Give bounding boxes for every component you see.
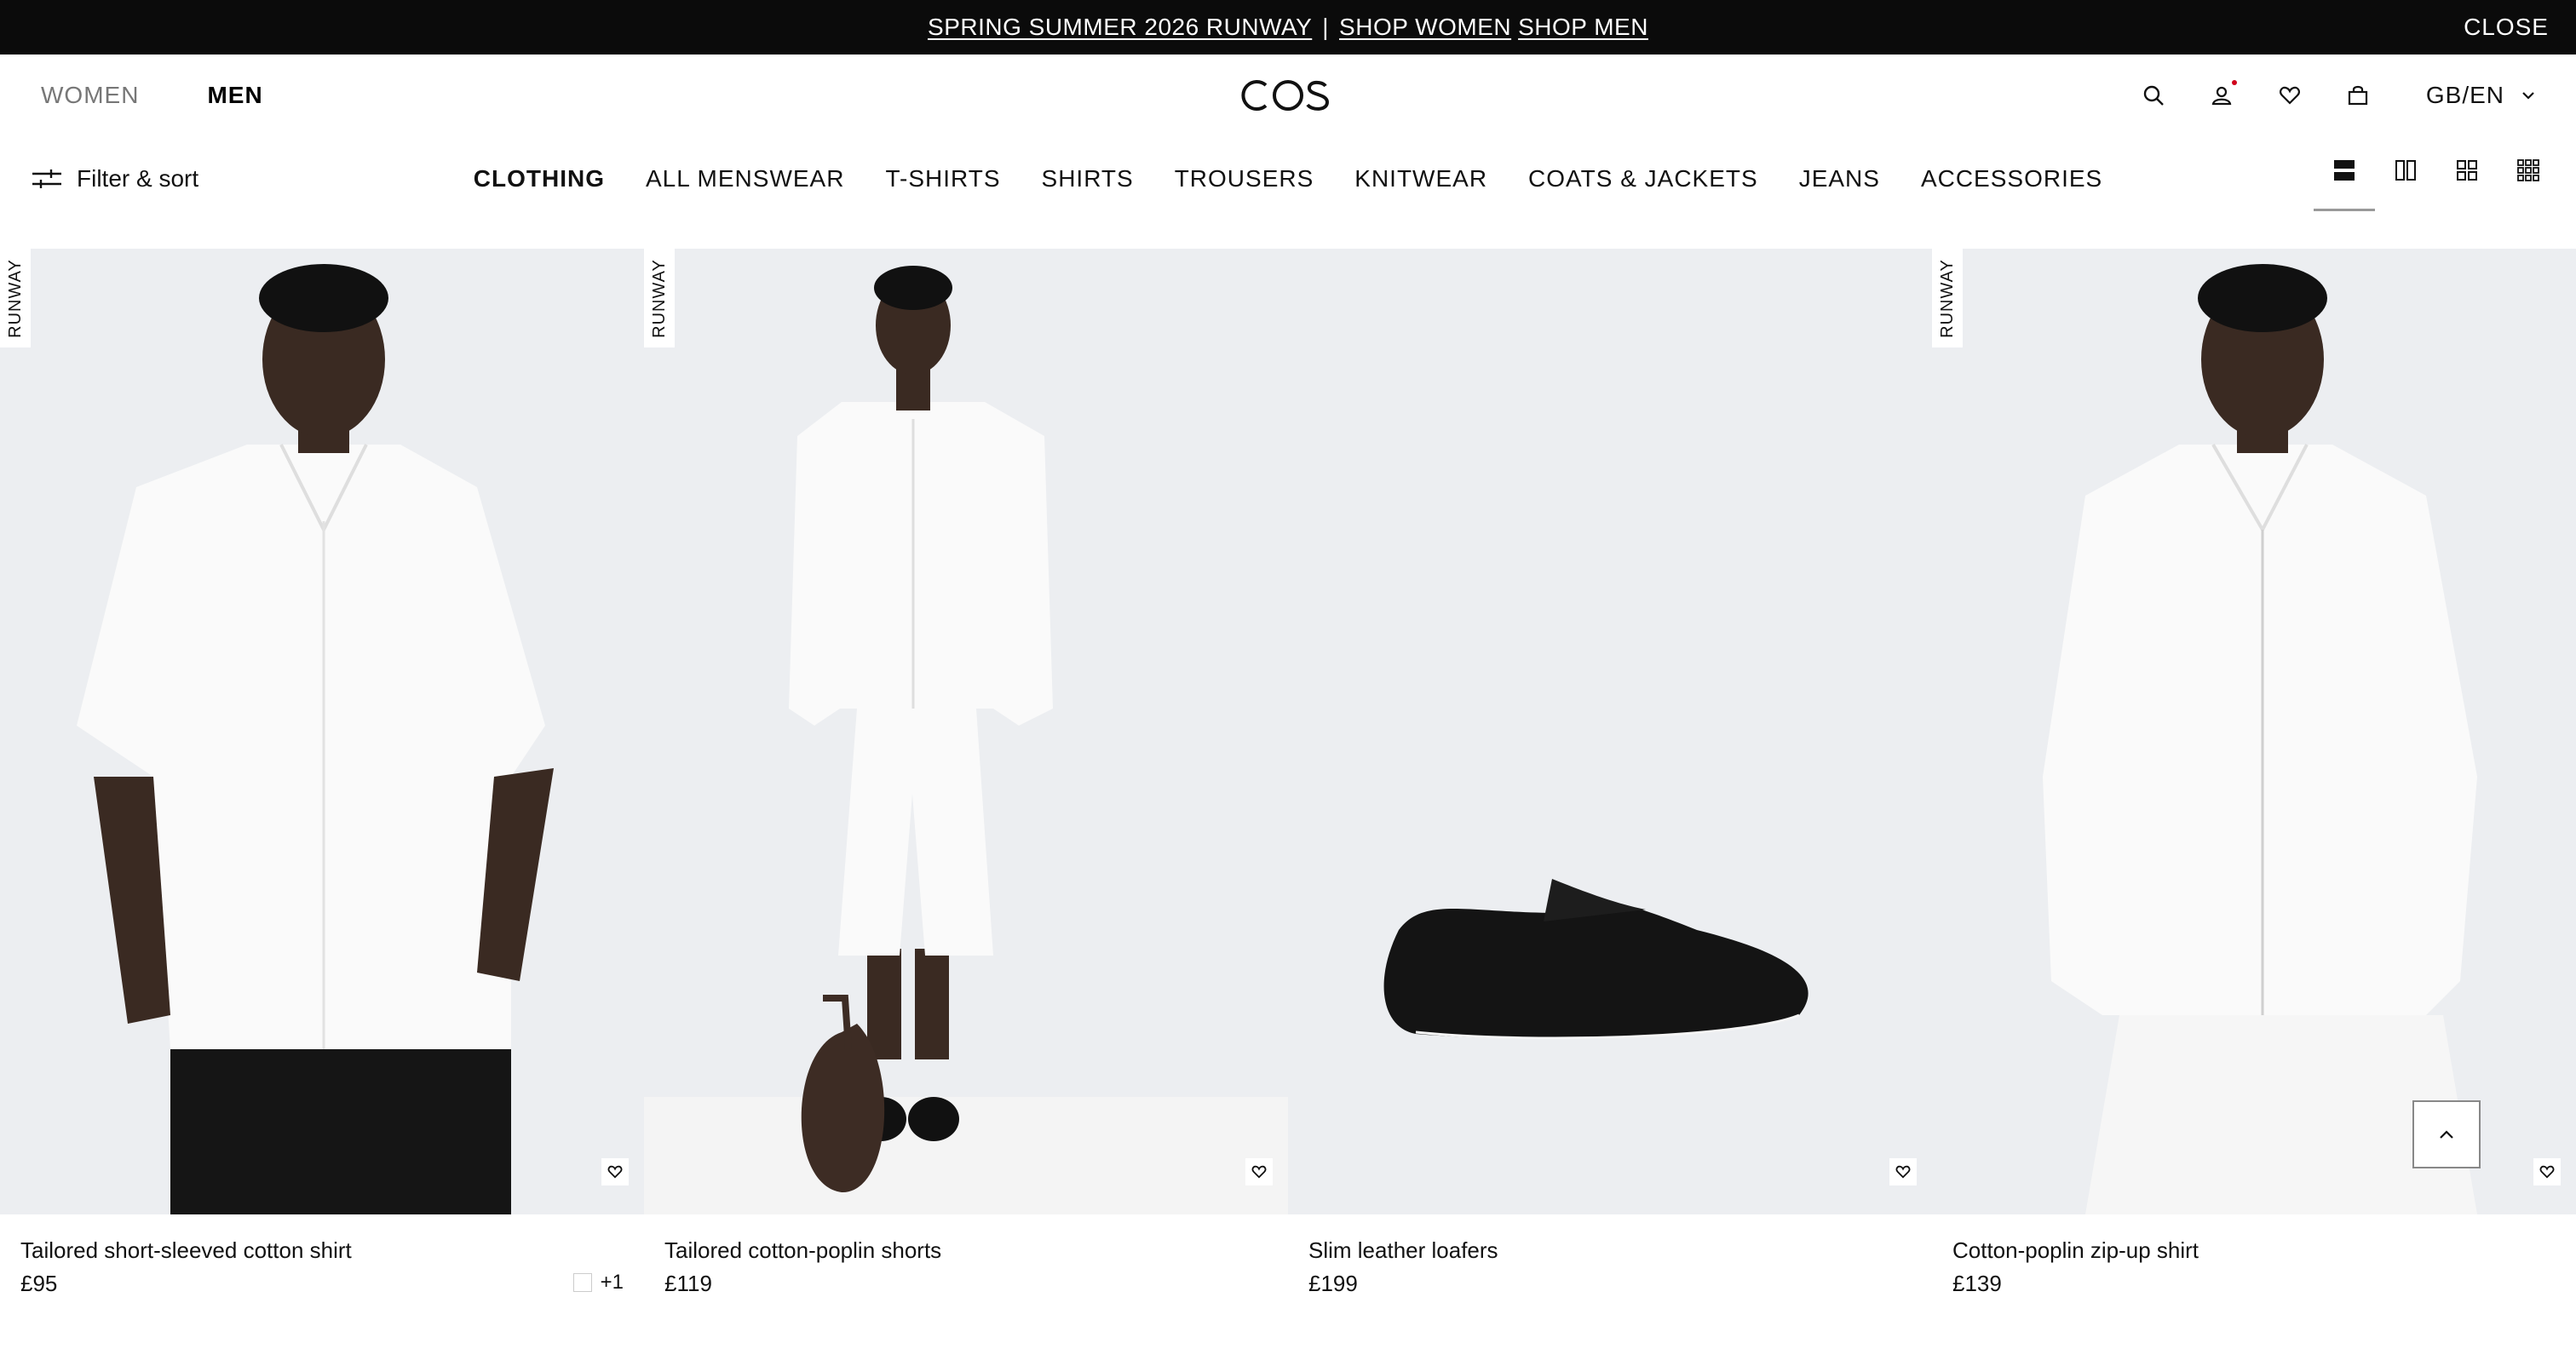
bag-icon[interactable] [2344,82,2372,109]
product-price: £119 [664,1271,712,1296]
filter-sort-button[interactable]: Filter & sort [32,158,198,199]
product-name[interactable]: Slim leather loafers [1308,1235,1912,1266]
category-shirts[interactable]: SHIRTS [1042,165,1134,192]
runway-badge: RUNWAY [0,249,31,347]
category-nav: CLOTHING ALL MENSWEAR T-SHIRTS SHIRTS TR… [0,136,2576,221]
product-image[interactable]: RUNWAY [644,249,1288,1214]
gender-switch: WOMEN MEN [41,55,263,136]
filter-sort-label: Filter & sort [77,165,199,192]
category-knitwear[interactable]: KNITWEAR [1354,165,1487,192]
add-to-wishlist-heart-icon[interactable] [2533,1158,2561,1185]
product-price: £95 [20,1271,58,1296]
category-bar: CLOTHING ALL MENSWEAR T-SHIRTS SHIRTS TR… [0,136,2576,221]
runway-link[interactable]: SPRING SUMMER 2026 RUNWAY [928,14,1312,41]
view-9-grid-icon[interactable] [2515,157,2542,184]
add-to-wishlist-heart-icon[interactable] [1889,1158,1917,1185]
add-to-wishlist-heart-icon[interactable] [1245,1158,1273,1185]
cos-logo[interactable] [1240,55,1336,136]
product-price: £199 [1308,1271,1358,1296]
product-photo [0,249,644,1214]
add-to-wishlist-heart-icon[interactable] [601,1158,629,1185]
locale-label: GB/EN [2425,82,2504,108]
category-t-shirts[interactable]: T-SHIRTS [885,165,1000,192]
product-card[interactable]: Slim leather loafers £199 [1288,249,1932,1349]
product-name[interactable]: Tailored short-sleeved cotton shirt [20,1235,624,1266]
header-icons: GB/EN [2140,55,2535,136]
category-accessories[interactable]: ACCESSORIES [1921,165,2102,192]
view-2-column-icon[interactable] [2392,157,2419,184]
view-options [2314,157,2542,211]
product-name[interactable]: Tailored cotton-poplin shorts [664,1235,1268,1266]
heart-icon[interactable] [2276,82,2303,109]
cos-logo-mark [1241,80,1330,111]
product-grid: RUNWAY Tailored short-sleeved cotton shi… [0,249,2576,1349]
category-all-menswear[interactable]: ALL MENSWEAR [646,165,844,192]
shop-women-link[interactable]: SHOP WOMEN [1339,14,1511,41]
view-4-grid-icon[interactable] [2453,157,2481,184]
view-1-column-icon[interactable] [2314,157,2375,211]
announcement-separator: | [1322,14,1330,40]
category-jeans[interactable]: JEANS [1799,165,1880,192]
product-image[interactable] [1288,249,1932,1214]
product-card[interactable]: RUNWAY Cotton-poplin zip-up shirt £139 [1932,249,2576,1349]
site-header: WOMEN MEN GB/EN [0,55,2576,136]
colour-swatch-white[interactable] [572,1273,592,1292]
product-info: Cotton-poplin zip-up shirt £139 [1932,1214,2576,1349]
chevron-up-icon [2440,1130,2453,1139]
women-link[interactable]: WOMEN [41,82,139,109]
locale-selector[interactable]: GB/EN [2426,82,2535,109]
category-clothing[interactable]: CLOTHING [474,165,605,192]
notification-dot [2231,80,2237,85]
account-icon[interactable] [2208,80,2237,109]
product-name[interactable]: Cotton-poplin zip-up shirt [1952,1235,2556,1266]
back-to-top-button[interactable] [2412,1100,2481,1168]
announcement-links: SPRING SUMMER 2026 RUNWAY | SHOP WOMEN S… [928,14,1648,41]
product-photo [1288,249,1932,1214]
runway-badge: RUNWAY [1932,249,1963,347]
shop-men-link[interactable]: SHOP MEN [1518,14,1648,41]
close-announcement-button[interactable]: CLOSE [2464,0,2549,55]
more-colours-count: +1 [600,1271,624,1294]
men-link[interactable]: MEN [207,82,262,109]
product-image[interactable]: RUNWAY [1932,249,2576,1214]
product-card[interactable]: RUNWAY Tailored cotton-poplin shorts £11… [644,249,1288,1349]
product-info: Tailored short-sleeved cotton shirt £95 … [0,1214,644,1349]
product-info: Tailored cotton-poplin shorts £119 [644,1214,1288,1349]
product-image[interactable]: RUNWAY [0,249,644,1214]
product-photo [1932,249,2576,1214]
product-photo [644,249,1288,1214]
colour-swatches[interactable]: +1 [572,1271,624,1294]
search-icon[interactable] [2140,82,2167,109]
announcement-bar: SPRING SUMMER 2026 RUNWAY | SHOP WOMEN S… [0,0,2576,55]
product-card[interactable]: RUNWAY Tailored short-sleeved cotton shi… [0,249,644,1349]
sliders-icon [32,169,61,188]
runway-badge: RUNWAY [644,249,675,347]
chevron-down-icon [2522,92,2534,100]
category-trousers[interactable]: TROUSERS [1175,165,1314,192]
product-info: Slim leather loafers £199 [1288,1214,1932,1349]
category-coats-jackets[interactable]: COATS & JACKETS [1528,165,1758,192]
product-price: £139 [1952,1271,2002,1296]
